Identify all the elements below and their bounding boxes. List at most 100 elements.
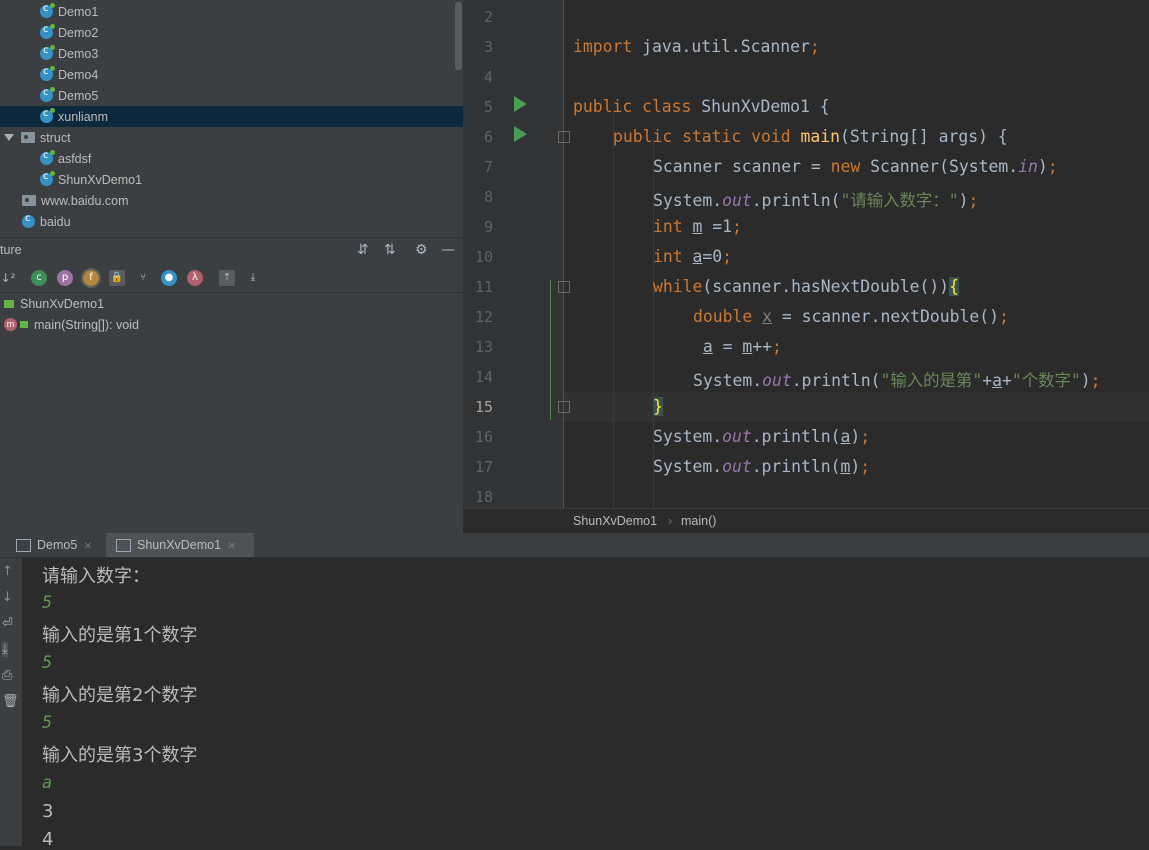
console-icon xyxy=(16,538,31,552)
line-number: 6 xyxy=(483,128,493,146)
structure-toolbar: ↓² c p f 🔒 ⑂ ● λ ⤒ ⤓ xyxy=(0,266,463,293)
tree-item-label: asfdsf xyxy=(58,151,92,166)
tree-item-shunxvdemo1[interactable]: ShunXvDemo1 xyxy=(0,169,463,190)
console-line: 4 xyxy=(42,829,54,850)
tree-item-baidu[interactable]: baidu xyxy=(0,211,463,232)
lock-icon[interactable]: 🔒 xyxy=(109,270,125,286)
class-icon xyxy=(40,87,55,102)
indent-guide xyxy=(613,110,614,508)
autoscroll-from-source-icon[interactable]: ⤓ xyxy=(245,270,261,286)
line-number: 8 xyxy=(483,188,493,206)
tree-scrollbar[interactable] xyxy=(455,2,462,70)
breadcrumb-class[interactable]: ShunXvDemo1 xyxy=(573,514,657,528)
code-line: } xyxy=(653,397,663,416)
code-line: Scanner scanner = new Scanner(System.in)… xyxy=(653,157,1058,176)
line-number: 4 xyxy=(483,68,493,86)
code-line: while(scanner.hasNextDouble()){ xyxy=(653,277,959,296)
class-icon xyxy=(40,45,55,60)
breadcrumb-method[interactable]: main() xyxy=(681,514,716,528)
tree-item-demo2[interactable]: Demo2 xyxy=(0,22,463,43)
run-main-icon[interactable] xyxy=(514,126,527,142)
sort-visibility-icon[interactable]: ↓² xyxy=(0,270,16,286)
close-icon[interactable]: × xyxy=(83,539,92,552)
current-line-highlight xyxy=(564,392,1149,422)
structure-method-node[interactable]: m main(String[]): void xyxy=(0,314,467,335)
anonymous-icon[interactable]: ● xyxy=(161,270,177,286)
tree-item-label: baidu xyxy=(40,214,71,229)
tree-item-label: Demo5 xyxy=(58,88,99,103)
tree-item-demo4[interactable]: Demo4 xyxy=(0,64,463,85)
class-icon xyxy=(22,213,35,228)
line-number: 14 xyxy=(474,368,493,386)
fold-icon[interactable] xyxy=(558,281,570,293)
minimize-icon[interactable]: — xyxy=(441,242,455,258)
class-icon xyxy=(40,150,55,165)
chevron-down-icon[interactable] xyxy=(4,134,14,141)
run-tab-demo5[interactable]: Demo5 × xyxy=(10,533,106,557)
autoscroll-to-source-icon[interactable]: ⤒ xyxy=(219,270,235,286)
line-number: 7 xyxy=(483,158,493,176)
tree-item-demo1[interactable]: Demo1 xyxy=(0,1,463,22)
structure-panel: ture ⇵ ⇅ ⚙ — ↓² c p f 🔒 ⑂ ● λ ⤒ ⤓ ShunXv… xyxy=(0,237,463,534)
gutter-divider xyxy=(563,0,564,508)
console-line: 请输入数字： xyxy=(42,566,150,587)
code-line: int a=0; xyxy=(653,247,732,266)
tree-item-demo5[interactable]: Demo5 xyxy=(0,85,463,106)
console-input-line: 5 xyxy=(42,653,53,673)
code-line: System.out.println("输入的是第"+a+"个数字"); xyxy=(693,371,1101,390)
line-number: 12 xyxy=(474,308,493,326)
code-line: a = m++; xyxy=(702,337,782,356)
console-line: 输入的是第2个数字 xyxy=(42,685,198,706)
tree-item-label: ShunXvDemo1 xyxy=(58,172,143,187)
console-output[interactable]: ↑ ↓ ⏎ ⤓ ⎙ 🗑 请输入数字： 5 输入的是第1个数字 5 输入的是第2个… xyxy=(0,558,1149,850)
tree-item-label: Demo3 xyxy=(58,46,99,61)
property-p-icon[interactable]: p xyxy=(57,270,73,286)
run-tab-label: Demo5 xyxy=(37,538,78,552)
tree-item-struct[interactable]: struct xyxy=(0,127,463,148)
run-tab-shunxvdemo1[interactable]: ShunXvDemo1 × xyxy=(106,533,254,557)
tree-item-label: struct xyxy=(40,130,71,145)
structure-class-node[interactable]: ShunXvDemo1 xyxy=(0,293,467,314)
tree-item-demo3[interactable]: Demo3 xyxy=(0,43,463,64)
tree-item-label: xunlianm xyxy=(58,109,109,124)
code-line: import java.util.Scanner; xyxy=(573,37,820,56)
tree-item-www-baidu-com[interactable]: www.baidu.com xyxy=(0,190,463,211)
class-icon xyxy=(40,66,55,81)
code-line: public class ShunXvDemo1 { xyxy=(573,97,830,116)
fold-icon[interactable] xyxy=(558,131,570,143)
arrow-up-icon[interactable]: ↑ xyxy=(2,564,13,579)
trash-icon[interactable]: 🗑 xyxy=(2,694,19,709)
run-class-icon[interactable] xyxy=(514,96,527,112)
lambda-icon[interactable]: λ xyxy=(187,270,203,286)
fold-icon[interactable] xyxy=(558,401,570,413)
line-number: 18 xyxy=(474,488,493,506)
field-c-icon[interactable]: c xyxy=(31,270,47,286)
tree-item-xunlianm[interactable]: xunlianm xyxy=(0,106,463,127)
code-line: System.out.println("请输入数字："); xyxy=(653,191,979,210)
line-number: 16 xyxy=(474,428,493,446)
unlock-icon xyxy=(4,299,14,308)
console-line: 输入的是第1个数字 xyxy=(42,625,198,646)
code-editor[interactable]: 2 3 4 5 6 7 8 9 10 11 12 13 14 15 16 17 … xyxy=(463,0,1149,508)
collapse-all-icon[interactable]: ⇅ xyxy=(384,242,396,258)
class-icon xyxy=(40,3,55,18)
close-icon[interactable]: × xyxy=(227,539,236,552)
tree-item-label: Demo2 xyxy=(58,25,99,40)
soft-wrap-icon[interactable]: ⏎ xyxy=(2,616,13,631)
inherited-icon[interactable]: ⑂ xyxy=(135,270,151,286)
arrow-down-icon[interactable]: ↓ xyxy=(2,590,13,605)
expand-all-icon[interactable]: ⇵ xyxy=(357,242,369,258)
console-input-line: a xyxy=(42,773,53,793)
tree-item-asfdsf[interactable]: asfdsf xyxy=(0,148,463,169)
tree-item-label: www.baidu.com xyxy=(41,193,129,208)
field-f-icon[interactable]: f xyxy=(81,268,101,288)
class-icon xyxy=(40,108,55,123)
line-number: 3 xyxy=(483,38,493,56)
gear-icon[interactable]: ⚙ xyxy=(415,242,428,258)
console-icon xyxy=(116,538,131,552)
line-number: 17 xyxy=(474,458,493,476)
print-icon[interactable]: ⎙ xyxy=(2,668,12,683)
unlock-icon xyxy=(20,321,28,328)
scroll-to-end-icon[interactable]: ⤓ xyxy=(2,642,8,657)
line-number: 5 xyxy=(483,98,493,116)
